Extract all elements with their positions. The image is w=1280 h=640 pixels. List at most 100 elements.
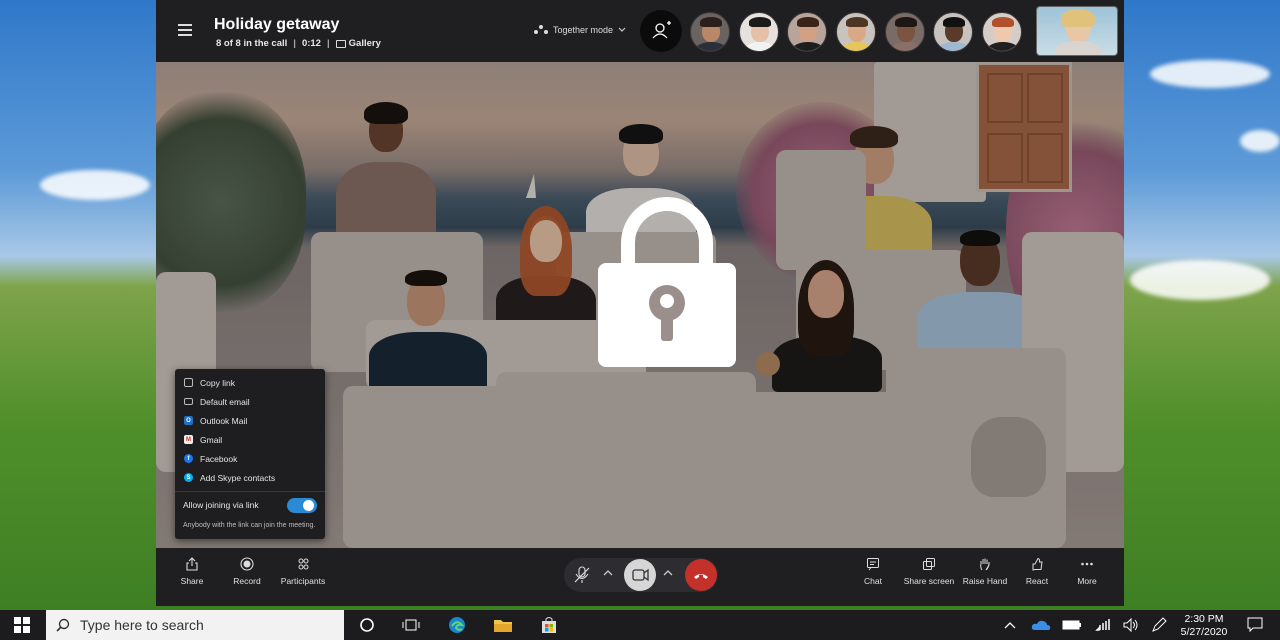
taskbar-store[interactable] [534,610,564,640]
menu-item-gmail[interactable]: M Gmail [175,430,325,449]
battery-tray[interactable] [1060,610,1084,640]
menu-item-label: Facebook [200,453,238,464]
chevron-up-icon [1004,622,1016,629]
participant-avatar[interactable] [885,12,925,52]
share-screen-button[interactable]: Share screen [901,557,957,586]
gallery-view-toggle[interactable]: Gallery [335,38,381,49]
together-mode-stage: Copy link Default email O Outlook Mail M… [156,62,1124,548]
windows-logo-icon [14,617,30,633]
menu-item-facebook[interactable]: f Facebook [175,449,325,468]
wifi-icon [1095,619,1110,631]
more-button[interactable]: More [1059,557,1115,586]
clock-time: 2:30 PM [1184,613,1224,625]
video-toggle-button[interactable] [624,559,656,591]
start-button[interactable] [0,610,44,640]
participant-avatar[interactable] [933,12,973,52]
lock-icon [598,197,736,367]
share-footnote: Anybody with the link can join the meeti… [183,522,316,529]
task-view-icon [402,619,420,631]
participants-icon [298,558,309,570]
allow-joining-label: Allow joining via link [183,500,259,510]
participants-label: Participants [280,576,326,586]
participants-status: 8 of 8 in the call [216,38,288,49]
battery-icon [1062,620,1081,630]
chevron-down-icon [618,27,626,32]
onedrive-cloud-icon [1031,620,1051,630]
chevron-up-icon[interactable] [662,567,674,579]
hamburger-icon[interactable] [178,24,194,38]
menu-item-label: Outlook Mail [200,415,248,426]
skype-call-window: Holiday getaway 8 of 8 in the call | 0:1… [156,0,1124,606]
task-view-button[interactable] [396,610,426,640]
taskbar-clock[interactable]: 2:30 PM 5/27/2020 [1172,613,1236,639]
action-center-button[interactable] [1242,610,1268,640]
react-button[interactable]: React [1009,557,1065,586]
outlook-icon: O [184,416,193,425]
search-placeholder: Type here to search [80,617,204,633]
call-meta: 8 of 8 in the call | 0:12 | Gallery [216,38,381,49]
mute-button[interactable] [568,561,596,589]
taskbar-file-explorer[interactable] [488,610,518,640]
end-call-button[interactable] [685,559,717,591]
copy-icon [184,378,193,387]
menu-item-add-skype-contacts[interactable]: S Add Skype contacts [175,468,325,487]
self-video-preview[interactable] [1036,6,1118,56]
onedrive-tray[interactable] [1028,610,1054,640]
participants-button[interactable]: Participants [275,557,331,586]
cloud [1150,60,1270,88]
network-tray[interactable] [1092,610,1114,640]
notification-icon [1247,617,1263,633]
menu-item-copy-link[interactable]: Copy link [175,373,325,392]
react-icon [1032,557,1043,571]
gallery-label: Gallery [348,38,381,49]
share-screen-label: Share screen [903,576,955,586]
video-camera-icon [632,568,649,582]
record-button[interactable]: Record [219,557,275,586]
store-icon [542,617,556,633]
share-label: Share [180,576,204,586]
volume-tray[interactable] [1120,610,1142,640]
chat-button[interactable]: Chat [845,557,901,586]
raise-hand-label: Raise Hand [962,576,1008,586]
menu-item-label: Add Skype contacts [200,472,276,483]
call-duration: 0:12 [301,38,321,49]
folder-icon [494,620,512,632]
participant-avatar[interactable] [787,12,827,52]
chevron-up-icon[interactable] [602,567,614,579]
menu-item-label: Default email [200,396,250,407]
allow-joining-row: Allow joining via link [175,495,325,515]
menu-item-outlook-mail[interactable]: O Outlook Mail [175,411,325,430]
taskbar-edge[interactable] [442,610,472,640]
cloud [40,170,150,200]
menu-divider [175,491,325,492]
chat-icon [867,558,879,571]
cloud [1240,130,1280,152]
more-icon [1081,562,1093,566]
add-person-button[interactable] [640,10,682,52]
share-button[interactable]: Share [164,557,220,586]
tray-overflow-button[interactable] [1000,610,1020,640]
taskbar-search[interactable]: Type here to search [46,610,344,640]
share-icon [186,557,198,571]
participant-avatar[interactable] [982,12,1022,52]
share-link-menu: Copy link Default email O Outlook Mail M… [175,369,325,539]
windows-taskbar: Type here to search 2:30 PM 5/27/2020 [0,610,1280,640]
skype-icon: S [184,473,193,482]
participant-avatar[interactable] [690,12,730,52]
facebook-icon: f [184,454,193,463]
record-label: Record [233,576,261,586]
participant-avatar[interactable] [836,12,876,52]
add-person-icon [652,21,671,39]
mic-muted-icon [574,566,590,583]
together-mode-select[interactable]: Together mode [534,25,626,35]
email-icon [184,398,193,405]
cortana-button[interactable] [352,610,382,640]
raise-hand-button[interactable]: Raise Hand [957,557,1013,586]
allow-joining-toggle[interactable] [287,498,317,513]
menu-item-label: Gmail [200,434,223,445]
participant-avatar[interactable] [739,12,779,52]
menu-item-default-email[interactable]: Default email [175,392,325,411]
pen-tray[interactable] [1148,610,1170,640]
people-group-icon [534,25,548,35]
cortana-icon [360,618,374,632]
